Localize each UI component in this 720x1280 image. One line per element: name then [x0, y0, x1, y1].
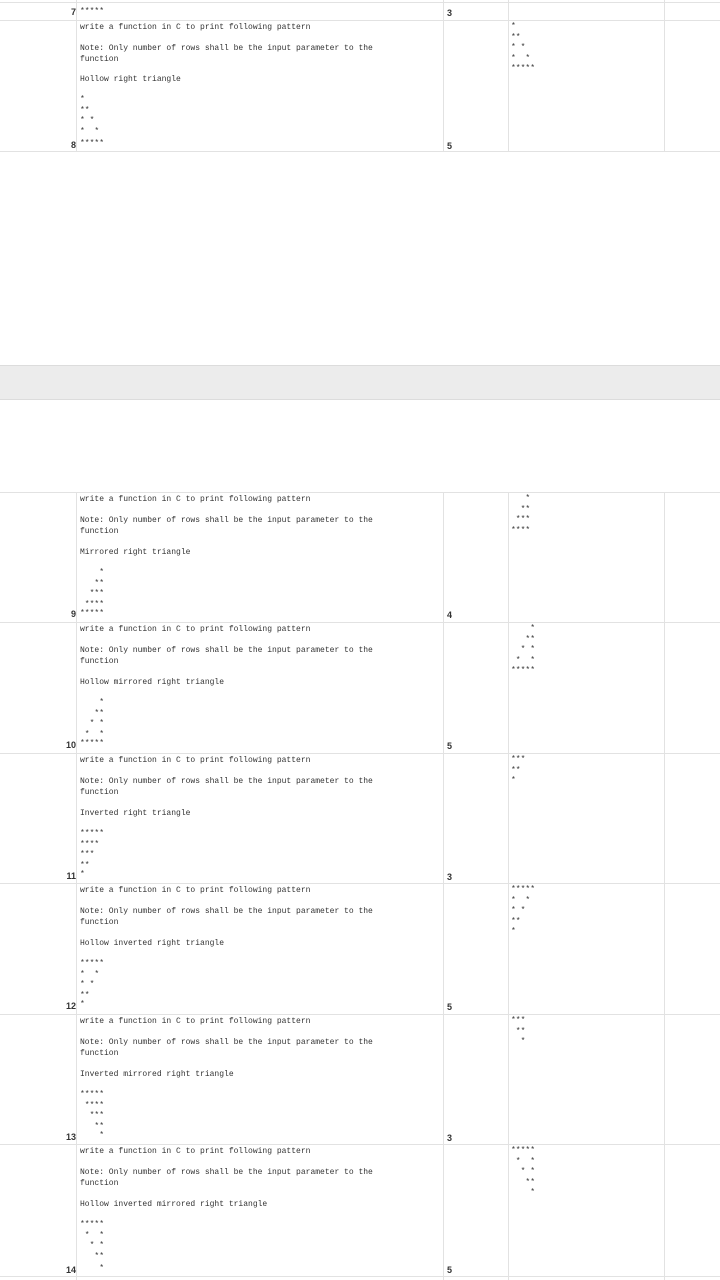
row-number: 8	[70, 140, 76, 150]
question-note: Note: Only number of rows shall be the i…	[80, 1168, 373, 1188]
question-prompt: write a function in C to print following…	[80, 756, 311, 765]
row-divider	[0, 1276, 720, 1277]
question-note: Note: Only number of rows shall be the i…	[80, 516, 373, 536]
column-divider	[76, 0, 77, 152]
table-row[interactable]: write a function in C to print following…	[0, 622, 720, 753]
rows-count: 3	[447, 872, 453, 882]
row-number: 10	[65, 740, 76, 750]
question-note: Note: Only number of rows shall be the i…	[80, 44, 373, 64]
question-note: Note: Only number of rows shall be the i…	[80, 1038, 373, 1058]
table-row[interactable]: write a function in C to print following…	[0, 1014, 720, 1145]
question-prompt: write a function in C to print following…	[80, 886, 311, 895]
pattern-example: * ** * * * *	[80, 95, 100, 136]
pattern-title: Hollow mirrored right triangle	[80, 678, 225, 687]
rows-count: 3	[447, 1133, 453, 1143]
rows-count: 5	[447, 1002, 453, 1012]
pattern-title: Hollow right triangle	[80, 75, 181, 84]
pattern-title: Inverted mirrored right triangle	[80, 1070, 234, 1079]
question-note: Note: Only number of rows shall be the i…	[80, 777, 373, 797]
expected-output: ***** * * * * ** *	[511, 1146, 536, 1197]
row-divider	[0, 151, 720, 152]
pattern-last-line: *****	[80, 739, 105, 748]
question-note: Note: Only number of rows shall be the i…	[80, 646, 373, 666]
pattern-title: Mirrored right triangle	[80, 548, 191, 557]
pattern-example: ***** **** *** **	[80, 829, 105, 870]
question-prompt: write a function in C to print following…	[80, 1017, 311, 1026]
question-note: Note: Only number of rows shall be the i…	[80, 907, 373, 927]
pattern-last-line: *****	[80, 609, 105, 618]
question-prompt: write a function in C to print following…	[80, 1147, 311, 1156]
rows-count: 5	[447, 741, 453, 751]
table-row[interactable]: write a function in C to print following…	[0, 883, 720, 1014]
row-number: 13	[65, 1132, 76, 1142]
row-number: 11	[66, 871, 76, 881]
pattern-example: ***** **** *** **	[80, 1090, 105, 1131]
pattern-title: Inverted right triangle	[80, 809, 191, 818]
pattern-last-line: *****	[80, 7, 105, 16]
row-number: 12	[65, 1001, 76, 1011]
table-row[interactable]: write a function in C to print following…	[0, 492, 720, 623]
column-divider	[443, 0, 444, 152]
expected-output: * ** * * * * *****	[511, 624, 536, 675]
pattern-last-line: *	[80, 1000, 85, 1009]
pattern-example: * ** *** ****	[84, 568, 105, 609]
pattern-title: Hollow inverted mirrored right triangle	[80, 1200, 268, 1209]
row-number: 9	[70, 609, 76, 619]
rows-count: 3	[447, 8, 453, 18]
expected-output: *** ** *	[511, 1016, 526, 1046]
question-prompt: write a function in C to print following…	[80, 495, 311, 504]
rows-count: 5	[447, 1265, 453, 1275]
rows-count: 4	[447, 610, 453, 620]
rows-count: 5	[447, 141, 453, 151]
expected-output: * ** *** ****	[511, 494, 531, 535]
page-gap	[0, 365, 720, 400]
question-prompt: write a function in C to print following…	[80, 625, 311, 634]
table-row[interactable]: write a function in C to print following…	[0, 753, 720, 884]
pattern-title: Hollow inverted right triangle	[80, 939, 225, 948]
pattern-last-line: *	[80, 1264, 105, 1273]
pattern-last-line: *****	[80, 139, 105, 148]
expected-output: * ** * * * * *****	[511, 22, 536, 73]
row-number: 7	[70, 7, 76, 17]
row-number: 14	[65, 1265, 76, 1275]
pattern-example: ***** * * * * **	[80, 1220, 105, 1261]
question-prompt: write a function in C to print following…	[80, 23, 311, 32]
expected-output: *** ** *	[511, 755, 526, 785]
column-divider	[664, 0, 665, 152]
row-divider	[0, 20, 720, 21]
pattern-example: ***** * * * * **	[80, 959, 105, 1000]
row-divider	[0, 2, 720, 3]
pattern-last-line: *	[80, 870, 85, 879]
table-row[interactable]: write a function in C to print following…	[0, 1144, 720, 1280]
expected-output: ***** * * * * ** *	[511, 885, 536, 936]
column-divider	[508, 0, 509, 152]
pattern-last-line: *	[80, 1131, 105, 1140]
pattern-example: * ** * * * *	[84, 698, 105, 739]
